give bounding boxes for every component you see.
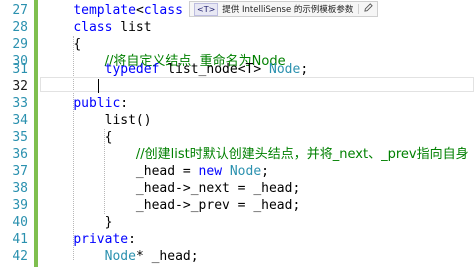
keyword: public <box>73 96 121 111</box>
line-number: 27 <box>12 3 28 18</box>
code-line[interactable]: _head->_next = _head; <box>42 180 474 197</box>
keyword: new <box>198 164 223 179</box>
code-line-current[interactable] <box>42 78 474 95</box>
change-tracking-bar <box>34 0 38 267</box>
keyword: template <box>73 3 136 18</box>
line-number: 37 <box>12 164 28 179</box>
code-line[interactable]: Node* _head; <box>42 248 474 265</box>
code-line[interactable]: //创建list时默认创建头结点，并将_next、_prev指向自身 <box>42 146 474 163</box>
template-argument-hint[interactable]: <T> 提供 IntelliSense 的示例模板参数 <box>189 1 379 17</box>
line-number-current: 32 <box>12 79 28 94</box>
line-number: 40 <box>12 215 28 230</box>
line-number: 33 <box>12 96 28 111</box>
type-name: Node <box>104 249 136 264</box>
keyword: private <box>73 232 129 247</box>
line-number: 34 <box>12 113 28 128</box>
keyword: class <box>73 20 113 35</box>
line-number: 36 <box>12 147 28 162</box>
code-line[interactable]: _head->_prev = _head; <box>42 197 474 214</box>
code-line[interactable]: _head = new Node; <box>42 163 474 180</box>
code-line[interactable]: class list <box>42 19 474 36</box>
line-number: 31 <box>12 62 28 77</box>
line-number: 29 <box>12 37 28 52</box>
type-name: Node <box>269 62 301 77</box>
keyword: class <box>143 3 183 18</box>
line-number: 38 <box>12 181 28 196</box>
code-line[interactable]: private: <box>42 231 474 248</box>
line-number: 41 <box>12 232 28 247</box>
hint-text: 提供 IntelliSense 的示例模板参数 <box>222 5 354 15</box>
pencil-icon[interactable] <box>364 3 374 15</box>
code-line[interactable]: } <box>42 214 474 231</box>
code-line[interactable]: { <box>42 129 474 146</box>
type-name: Node <box>229 164 262 179</box>
code-line[interactable]: public: <box>42 95 474 112</box>
code-editor[interactable]: 27 28 29 30 31 32 33 34 35 36 37 38 39 4… <box>0 0 474 267</box>
line-number: 28 <box>12 20 28 35</box>
line-number: 35 <box>12 130 28 145</box>
keyword: typedef <box>104 62 160 77</box>
separator <box>358 4 360 14</box>
line-number: 39 <box>12 198 28 213</box>
line-number: 42 <box>12 249 28 264</box>
template-badge: <T> <box>194 2 219 16</box>
code-line[interactable]: typedef list_node<T> Node; <box>42 61 474 78</box>
code-line[interactable]: { <box>42 36 474 53</box>
line-number-gutter: 27 28 29 30 31 32 33 34 35 36 37 38 39 4… <box>0 0 30 267</box>
code-line[interactable]: list() <box>42 112 474 129</box>
comment: //创建list时默认创建头结点，并将_next、_prev指向自身 <box>135 147 469 162</box>
text-caret <box>98 79 99 93</box>
